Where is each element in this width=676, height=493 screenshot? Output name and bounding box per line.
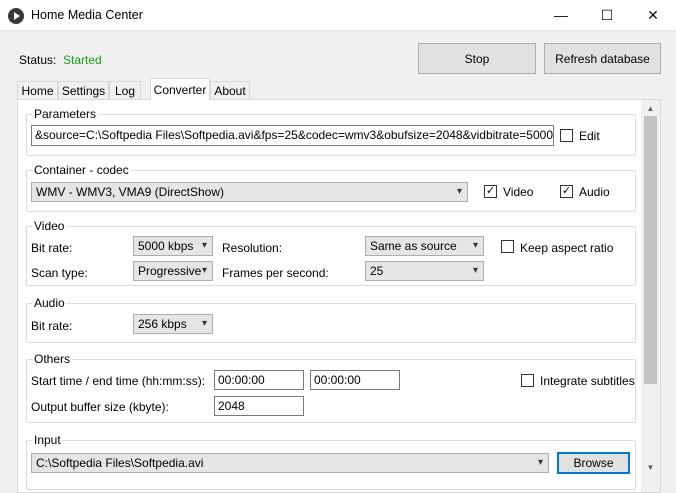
chevron-down-icon: ▾ <box>456 186 462 197</box>
edit-label: Edit <box>579 129 600 143</box>
audio-group-label: Audio <box>32 296 67 310</box>
close-button[interactable]: ✕ <box>630 0 676 30</box>
resolution-label: Resolution: <box>222 241 283 255</box>
refresh-database-button[interactable]: Refresh database <box>544 43 661 74</box>
scrollbar-thumb[interactable] <box>644 116 657 384</box>
input-path-value: C:\Softpedia Files\Softpedia.avi <box>36 456 204 470</box>
container-codec-group-label: Container - codec <box>32 163 131 177</box>
status-label: Status: <box>19 53 57 67</box>
integrate-subtitles-label: Integrate subtitles <box>540 374 635 388</box>
tab-home[interactable]: Home <box>17 81 58 99</box>
fps-value: 25 <box>370 264 384 278</box>
container-codec-value: WMV - WMV3, VMA9 (DirectShow) <box>36 185 225 199</box>
video-checkbox[interactable]: ✓ <box>484 185 497 198</box>
scan-type-value: Progressive <box>138 264 202 278</box>
app-play-icon <box>8 8 24 24</box>
video-bitrate-label: Bit rate: <box>31 241 73 255</box>
resolution-select[interactable]: Same as source ▾ <box>365 236 484 256</box>
chevron-down-icon: ▾ <box>201 265 207 276</box>
container-codec-select[interactable]: WMV - WMV3, VMA9 (DirectShow) ▾ <box>31 182 468 202</box>
end-time-input[interactable]: 00:00:00 <box>310 370 400 390</box>
scan-type-label: Scan type: <box>31 266 88 280</box>
chevron-down-icon: ▾ <box>201 240 207 251</box>
input-path-select[interactable]: C:\Softpedia Files\Softpedia.avi ▾ <box>31 453 549 473</box>
tab-log[interactable]: Log <box>109 81 141 99</box>
video-bitrate-value: 5000 kbps <box>138 239 194 253</box>
browse-button[interactable]: Browse <box>557 452 630 474</box>
audio-group <box>26 303 636 343</box>
tab-about[interactable]: About <box>210 81 250 99</box>
checkmark-icon: ✓ <box>561 185 572 197</box>
keep-aspect-ratio-label: Keep aspect ratio <box>520 241 614 255</box>
buffer-size-label: Output buffer size (kbyte): <box>31 400 169 414</box>
stop-button[interactable]: Stop <box>418 43 536 74</box>
chevron-down-icon: ▾ <box>472 265 478 276</box>
start-time-input[interactable]: 00:00:00 <box>214 370 304 390</box>
audio-bitrate-value: 256 kbps <box>138 317 187 331</box>
audio-bitrate-label: Bit rate: <box>31 319 73 333</box>
video-checkbox-label: Video <box>503 185 534 199</box>
others-group-label: Others <box>32 352 73 366</box>
tab-converter[interactable]: Converter <box>150 78 210 100</box>
input-group-label: Input <box>32 433 63 447</box>
scroll-down-arrow-icon[interactable]: ▼ <box>641 459 660 475</box>
fps-label: Frames per second: <box>222 266 329 280</box>
buffer-size-input[interactable]: 2048 <box>214 396 304 416</box>
video-group-label: Video <box>32 219 67 233</box>
fps-select[interactable]: 25 ▾ <box>365 261 484 281</box>
title-bar: Home Media Center — ☐ ✕ <box>0 0 676 31</box>
minimize-button[interactable]: — <box>538 0 584 30</box>
converter-panel: Parameters &source=C:\Softpedia Files\So… <box>17 99 661 493</box>
scroll-up-arrow-icon[interactable]: ▲ <box>641 100 660 116</box>
window-title: Home Media Center <box>31 8 143 22</box>
scan-type-select[interactable]: Progressive ▾ <box>133 261 213 281</box>
chevron-down-icon: ▾ <box>201 318 207 329</box>
audio-checkbox-label: Audio <box>579 185 610 199</box>
maximize-button[interactable]: ☐ <box>584 0 630 30</box>
chevron-down-icon: ▾ <box>537 457 543 468</box>
tab-settings[interactable]: Settings <box>58 81 109 99</box>
checkmark-icon: ✓ <box>485 185 496 197</box>
time-range-label: Start time / end time (hh:mm:ss): <box>31 374 206 388</box>
video-group <box>26 226 636 286</box>
parameters-group-label: Parameters <box>32 107 99 121</box>
chevron-down-icon: ▾ <box>472 240 478 251</box>
resolution-value: Same as source <box>370 239 457 253</box>
integrate-subtitles-checkbox[interactable] <box>521 374 534 387</box>
keep-aspect-ratio-checkbox[interactable] <box>501 240 514 253</box>
status-value: Started <box>63 53 102 67</box>
audio-bitrate-select[interactable]: 256 kbps ▾ <box>133 314 213 334</box>
parameters-input[interactable]: &source=C:\Softpedia Files\Softpedia.avi… <box>31 125 554 146</box>
edit-checkbox[interactable] <box>560 129 573 142</box>
audio-checkbox[interactable]: ✓ <box>560 185 573 198</box>
video-bitrate-select[interactable]: 5000 kbps ▾ <box>133 236 213 256</box>
